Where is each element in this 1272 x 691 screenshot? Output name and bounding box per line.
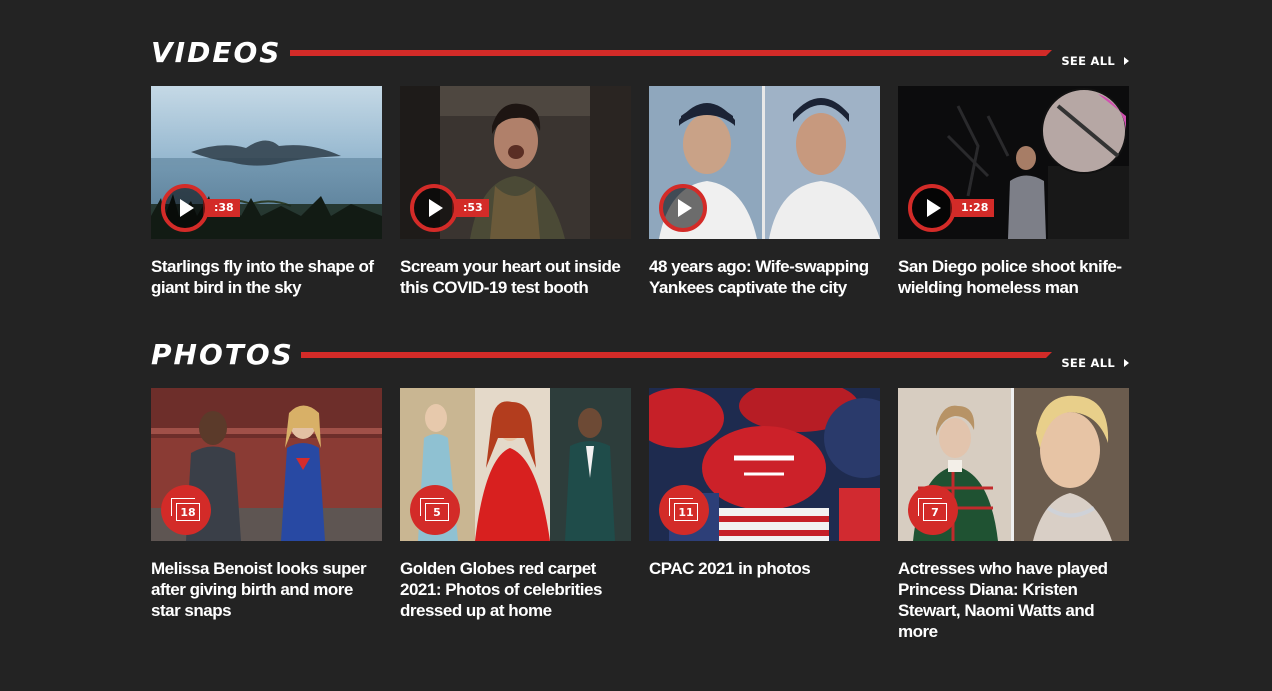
video-title[interactable]: San Diego police shoot knife-wielding ho… — [898, 256, 1129, 298]
video-duration: 1:28 — [950, 199, 995, 217]
photos-heading: PHOTOS — [151, 338, 294, 371]
video-thumbnail[interactable]: :53 — [400, 86, 631, 239]
photo-count: 5 — [425, 503, 449, 521]
video-card[interactable]: 1:28 San Diego police shoot knife-wieldi… — [898, 86, 1129, 298]
gallery-badge: 18 — [161, 485, 211, 535]
videos-see-all-label: SEE ALL — [1061, 54, 1115, 68]
video-thumbnail[interactable] — [649, 86, 880, 239]
play-button[interactable] — [908, 184, 956, 232]
gallery-icon: 18 — [171, 498, 201, 522]
gallery-icon: 11 — [669, 498, 699, 522]
gallery-icon: 7 — [918, 498, 948, 522]
play-icon — [927, 199, 941, 217]
video-badge: 1:28 — [908, 184, 995, 232]
videos-header: VIDEOS SEE ALL — [151, 36, 1129, 76]
gallery-card[interactable]: 7 Actresses who have played Princess Dia… — [898, 388, 1129, 642]
photos-see-all-link[interactable]: SEE ALL — [1061, 356, 1129, 370]
gallery-card[interactable]: 18 Melissa Benoist looks super after giv… — [151, 388, 382, 642]
gallery-thumbnail[interactable]: 11 — [649, 388, 880, 541]
caret-right-icon — [1124, 359, 1129, 367]
videos-heading: VIDEOS — [151, 36, 282, 69]
play-button[interactable] — [659, 184, 707, 232]
gallery-thumbnail[interactable]: 18 — [151, 388, 382, 541]
photos-header: PHOTOS SEE ALL — [151, 338, 1129, 378]
video-badge: :53 — [410, 184, 489, 232]
video-title[interactable]: 48 years ago: Wife-swapping Yankees capt… — [649, 256, 880, 298]
gallery-icon: 5 — [420, 498, 450, 522]
gallery-thumbnail[interactable]: 5 — [400, 388, 631, 541]
video-card[interactable]: :53 Scream your heart out inside this CO… — [400, 86, 631, 298]
play-icon — [180, 199, 194, 217]
gallery-title[interactable]: Golden Globes red carpet 2021: Photos of… — [400, 558, 631, 621]
photo-count: 7 — [923, 503, 947, 521]
play-icon — [678, 199, 692, 217]
video-title[interactable]: Scream your heart out inside this COVID-… — [400, 256, 631, 298]
video-card[interactable]: :38 Starlings fly into the shape of gian… — [151, 86, 382, 298]
caret-right-icon — [1124, 57, 1129, 65]
video-card[interactable]: 48 years ago: Wife-swapping Yankees capt… — [649, 86, 880, 298]
gallery-badge: 5 — [410, 485, 460, 535]
videos-divider — [290, 50, 1052, 56]
photos-section: PHOTOS SEE ALL 18 Melissa Benoist looks … — [151, 338, 1129, 642]
videos-see-all-link[interactable]: SEE ALL — [1061, 54, 1129, 68]
gallery-card[interactable]: 11 CPAC 2021 in photos — [649, 388, 880, 642]
gallery-thumbnail[interactable]: 7 — [898, 388, 1129, 541]
video-thumbnail[interactable]: 1:28 — [898, 86, 1129, 239]
play-icon — [429, 199, 443, 217]
play-button[interactable] — [161, 184, 209, 232]
video-thumbnail[interactable]: :38 — [151, 86, 382, 239]
play-button[interactable] — [410, 184, 458, 232]
video-badge: :38 — [161, 184, 240, 232]
gallery-badge: 11 — [659, 485, 709, 535]
photo-count: 11 — [674, 503, 698, 521]
video-badge — [659, 184, 707, 232]
photos-see-all-label: SEE ALL — [1061, 356, 1115, 370]
gallery-badge: 7 — [908, 485, 958, 535]
photo-count: 18 — [176, 503, 200, 521]
gallery-title[interactable]: CPAC 2021 in photos — [649, 558, 880, 579]
video-title[interactable]: Starlings fly into the shape of giant bi… — [151, 256, 382, 298]
videos-section: VIDEOS SEE ALL :38 Starlings fly into th… — [151, 36, 1129, 298]
gallery-title[interactable]: Melissa Benoist looks super after giving… — [151, 558, 382, 621]
photos-divider — [301, 352, 1052, 358]
gallery-title[interactable]: Actresses who have played Princess Diana… — [898, 558, 1129, 642]
gallery-card[interactable]: 5 Golden Globes red carpet 2021: Photos … — [400, 388, 631, 642]
